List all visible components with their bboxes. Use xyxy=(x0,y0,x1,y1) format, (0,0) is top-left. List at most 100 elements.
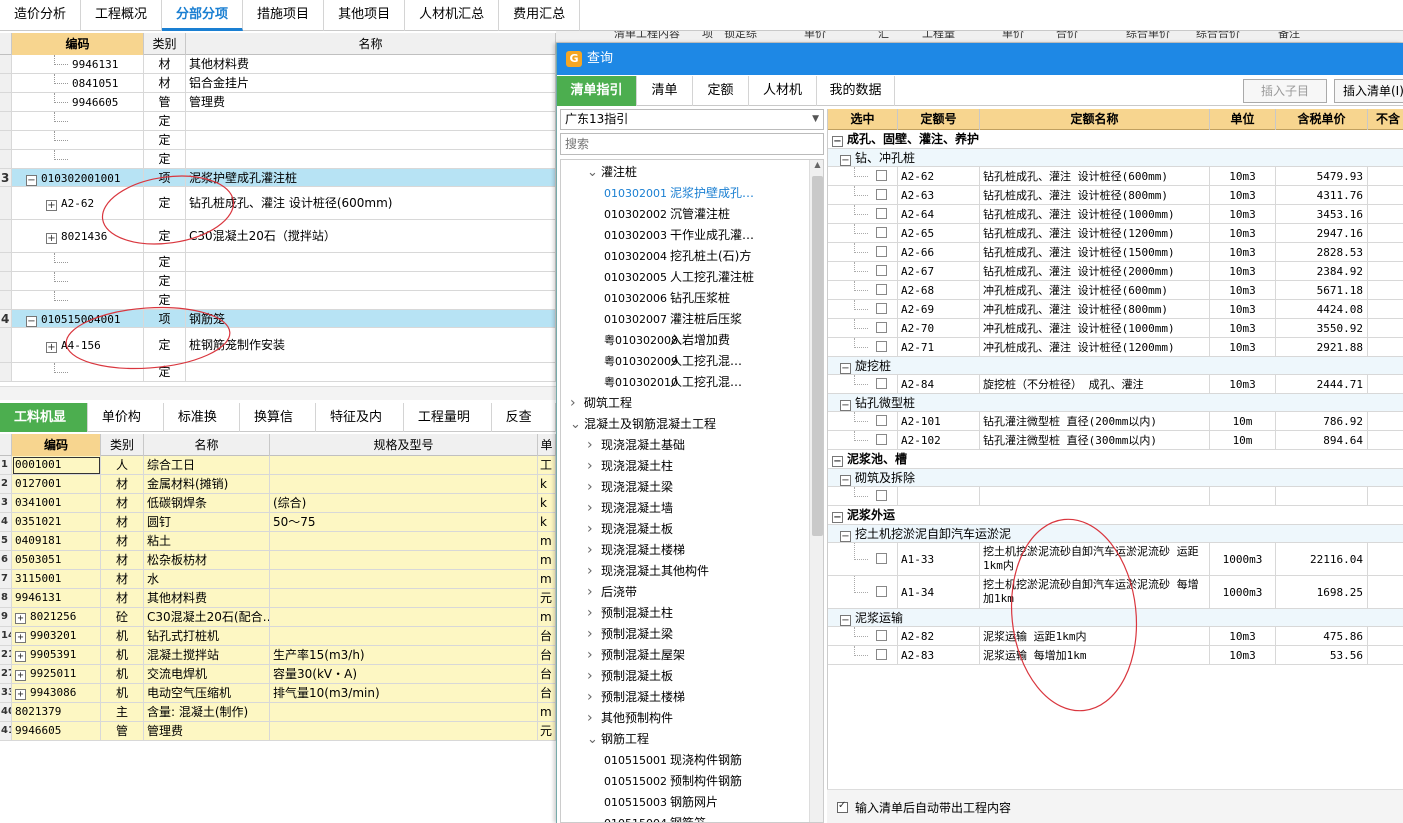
top-tab-5[interactable]: 人材机汇总 xyxy=(405,0,500,31)
row-code-cell[interactable]: +9903201 xyxy=(12,627,101,646)
row-name[interactable]: 钻孔式打桩机 xyxy=(144,627,270,646)
expand-icon[interactable]: + xyxy=(46,342,57,353)
chevron-right-icon[interactable]: › xyxy=(587,624,601,645)
row-name[interactable]: 钻孔桩成孔、灌注 设计桩径(600mm) xyxy=(186,187,556,220)
row-code-cell[interactable]: +8021256 xyxy=(12,608,101,627)
collapse-icon[interactable]: − xyxy=(840,363,851,374)
table-row[interactable]: 2 0127001 材金属材料(摊销) k xyxy=(0,475,556,494)
table-row[interactable]: 1 0001001 人综合工日 工 xyxy=(0,456,556,475)
table-row[interactable]: 定 xyxy=(0,131,556,150)
row-code-cell[interactable] xyxy=(12,291,144,310)
expand-icon[interactable]: + xyxy=(15,632,26,643)
qheader-select[interactable]: 选中 xyxy=(828,109,898,130)
table-row[interactable]: 6 0503051 材松杂板枋材 m xyxy=(0,551,556,570)
tree-node[interactable]: › 预制混凝土楼梯 xyxy=(587,687,685,708)
row-checkbox[interactable] xyxy=(876,490,887,501)
top-tab-0[interactable]: 造价分析 xyxy=(0,0,82,31)
chevron-right-icon[interactable]: › xyxy=(587,687,601,708)
row-name[interactable]: 铝合金挂片 xyxy=(186,74,556,93)
quota-subgroup[interactable]: − 挖土机挖淤泥自卸汽车运淤泥 xyxy=(828,525,1403,543)
row-checkbox[interactable] xyxy=(876,246,887,257)
chevron-right-icon[interactable]: › xyxy=(587,477,601,498)
row-code-cell[interactable]: 0341001 xyxy=(12,494,101,513)
row-spec[interactable] xyxy=(270,551,538,570)
collapse-icon[interactable]: − xyxy=(832,456,843,467)
row-checkbox[interactable] xyxy=(876,630,887,641)
tree-node[interactable]: 010302001 泥浆护壁成孔… xyxy=(604,183,754,204)
chevron-right-icon[interactable]: › xyxy=(587,540,601,561)
table-row[interactable]: 3−010302001001 项泥浆护壁成孔灌注桩 xyxy=(0,169,556,187)
row-name[interactable]: 低碳钢焊条 xyxy=(144,494,270,513)
table-row[interactable]: A2-69 冲孔桩成孔、灌注 设计桩径(800mm) 10m3 4424.08 xyxy=(828,300,1403,319)
row-name[interactable] xyxy=(186,291,556,310)
row-name[interactable] xyxy=(186,253,556,272)
row-code-cell[interactable] xyxy=(12,253,144,272)
tree-scroll-thumb[interactable] xyxy=(812,176,823,536)
row-name[interactable]: 管理费 xyxy=(144,722,270,741)
row-code-cell[interactable]: 0409181 xyxy=(12,532,101,551)
row-code-cell[interactable]: 0841051 xyxy=(12,74,144,93)
table-row[interactable]: 4 0351021 材圆钉 50～75 k xyxy=(0,513,556,532)
expand-icon[interactable]: + xyxy=(46,233,57,244)
row-name[interactable] xyxy=(186,112,556,131)
header-type[interactable]: 类别 xyxy=(144,33,186,55)
row-checkbox[interactable] xyxy=(876,378,887,389)
tree-node[interactable]: ⌄ 钢筋工程 xyxy=(587,729,649,750)
table-row[interactable]: +8021436 定 C30混凝土20石（搅拌站） xyxy=(0,220,556,253)
qheader-price[interactable]: 含税单价 xyxy=(1276,109,1368,130)
row-spec[interactable]: 生产率15(m3/h) xyxy=(270,646,538,665)
top-tab-2[interactable]: 分部分项 xyxy=(162,0,244,31)
table-row[interactable]: A2-84 旋挖桩（不分桩径） 成孔、灌注 10m3 2444.71 xyxy=(828,375,1403,394)
table-row[interactable]: 14+9903201机钻孔式打桩机台 xyxy=(0,627,556,646)
row-spec[interactable] xyxy=(270,703,538,722)
lower-tab-3[interactable]: 换算信息 xyxy=(240,403,317,454)
header-code[interactable]: 编码 xyxy=(12,33,144,55)
row-name[interactable]: 管理费 xyxy=(186,93,556,112)
row-code-cell[interactable]: +9905391 xyxy=(12,646,101,665)
table-row[interactable]: A2-64 钻孔桩成孔、灌注 设计桩径(1000mm) 10m3 3453.16 xyxy=(828,205,1403,224)
row-checkbox[interactable] xyxy=(876,415,887,426)
table-row[interactable]: 419946605 管管理费 元 xyxy=(0,722,556,741)
row-name[interactable] xyxy=(186,150,556,169)
qheader-extra[interactable]: 不含 xyxy=(1368,109,1403,130)
chevron-right-icon[interactable]: › xyxy=(587,645,601,666)
row-name[interactable]: C30混凝土20石(配合… xyxy=(144,608,270,627)
row-code-cell[interactable] xyxy=(12,150,144,169)
row-checkbox[interactable] xyxy=(876,265,887,276)
row-spec[interactable] xyxy=(270,532,538,551)
row-code-cell[interactable]: 9946605 xyxy=(12,93,144,112)
tab-list-guide[interactable]: 清单指引 xyxy=(557,76,637,106)
table-row[interactable]: A2-63 钻孔桩成孔、灌注 设计桩径(800mm) 10m3 4311.76 xyxy=(828,186,1403,205)
table-row[interactable]: 5 0409181 材粘土 m xyxy=(0,532,556,551)
tree-node[interactable]: 010302005 人工挖孔灌注桩 xyxy=(604,267,754,288)
row-code-cell[interactable]: 8021379 xyxy=(12,703,101,722)
table-row[interactable] xyxy=(828,487,1403,506)
row-checkbox[interactable] xyxy=(876,170,887,181)
chevron-down-icon[interactable]: ⌄ xyxy=(587,729,601,750)
tree-node[interactable]: ⌄ 灌注桩 xyxy=(587,162,637,183)
tree-node[interactable]: › 预制混凝土柱 xyxy=(587,603,673,624)
row-name[interactable]: 综合工日 xyxy=(144,456,270,475)
row-name[interactable]: 其他材料费 xyxy=(144,589,270,608)
row-spec[interactable]: 容量30(kV・A) xyxy=(270,665,538,684)
table-row[interactable]: A2-101 钻孔灌注微型桩 直径(200mm以内) 10m 786.92 xyxy=(828,412,1403,431)
tree-node[interactable]: › 砌筑工程 xyxy=(570,393,632,414)
collapse-icon[interactable]: − xyxy=(840,475,851,486)
table-row[interactable]: 定 xyxy=(0,150,556,169)
collapse-icon[interactable]: − xyxy=(840,531,851,542)
row-spec[interactable]: (综合) xyxy=(270,494,538,513)
lower-tab-0[interactable]: 工料机显示 xyxy=(0,403,88,454)
row-name[interactable]: 混凝土搅拌站 xyxy=(144,646,270,665)
row-code-cell[interactable]: −010515004001 xyxy=(12,310,144,328)
tree-node[interactable]: 010515003 钢筋网片 xyxy=(604,792,718,813)
table-row[interactable]: 4−010515004001 项钢筋笼 xyxy=(0,310,556,328)
row-name[interactable]: 桩钢筋笼制作安装 xyxy=(186,328,556,363)
row-checkbox[interactable] xyxy=(876,227,887,238)
row-name[interactable]: 泥浆护壁成孔灌注桩 xyxy=(186,169,556,187)
table-row[interactable]: 定 xyxy=(0,291,556,310)
lower-header-unit[interactable]: 单 xyxy=(538,434,556,456)
tree-scroll-up-icon[interactable]: ▲ xyxy=(810,160,823,174)
row-checkbox[interactable] xyxy=(876,649,887,660)
quota-group[interactable]: − 泥浆外运 xyxy=(828,506,1403,525)
row-spec[interactable] xyxy=(270,570,538,589)
